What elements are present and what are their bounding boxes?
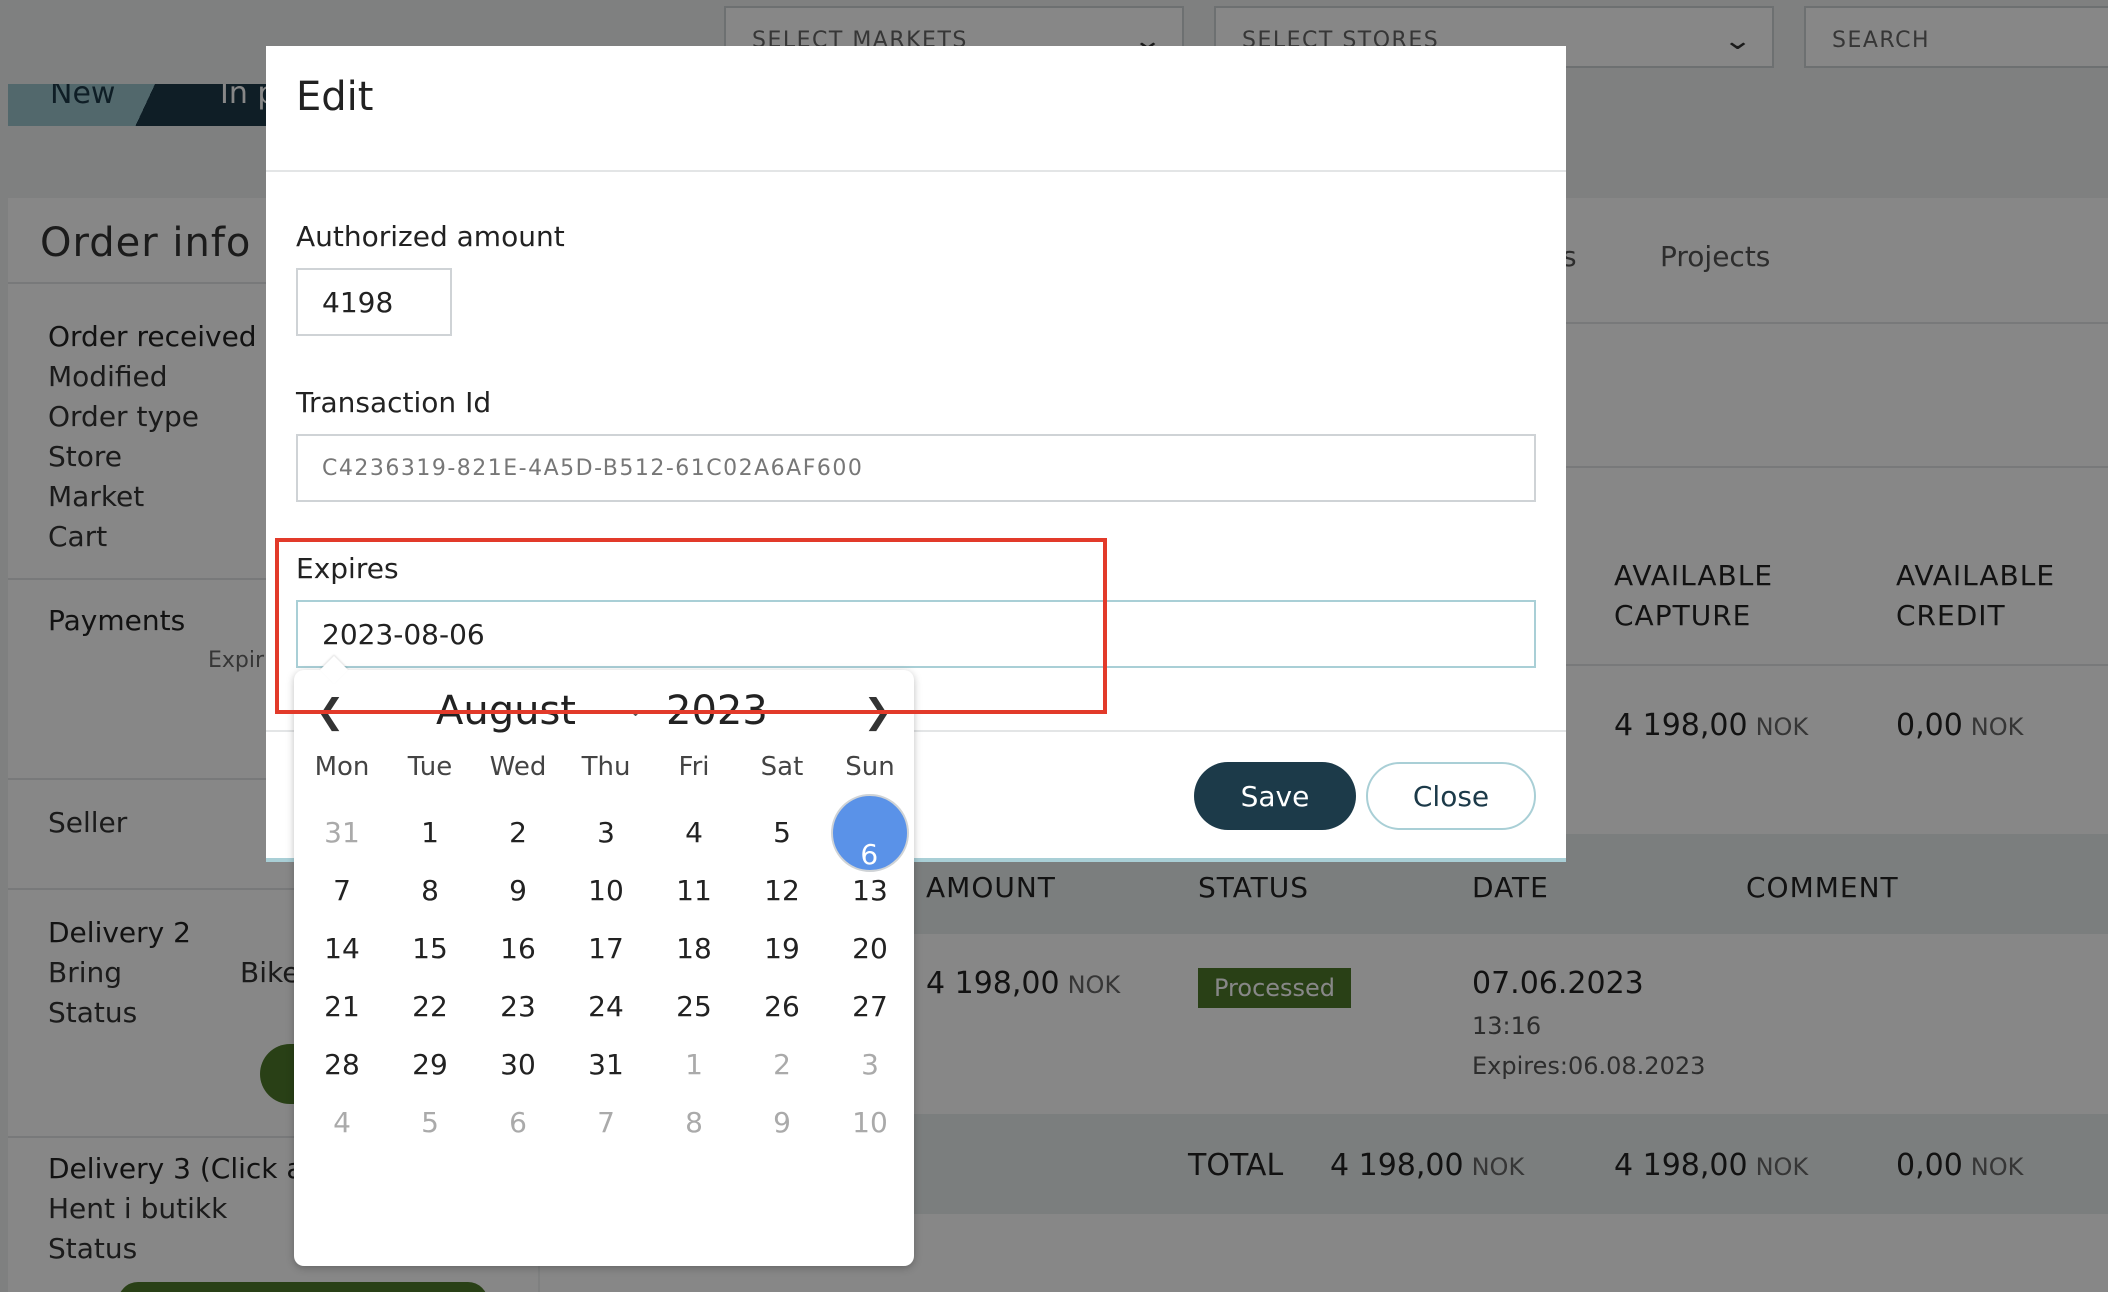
- weekday-label: Fri: [678, 752, 710, 782]
- chevron-left-icon[interactable]: ❮: [316, 692, 345, 732]
- datepicker: ❮ August ⌄ 2023 ❯ Mon Tue Wed Thu Fri Sat Sun …: [294, 655, 914, 1266]
- weekday-label: Wed: [489, 752, 547, 782]
- calendar-day[interactable]: 6: [479, 1084, 557, 1162]
- transaction-id-label: Transaction Id: [296, 386, 492, 419]
- expires-date-input[interactable]: [296, 600, 1536, 668]
- authorized-amount-label: Authorized amount: [296, 220, 565, 253]
- transaction-id-input[interactable]: [296, 434, 1536, 502]
- chevron-down-icon[interactable]: ⌄: [628, 700, 643, 721]
- year-select[interactable]: 2023: [666, 688, 768, 734]
- authorized-amount-input[interactable]: [296, 268, 452, 336]
- weekday-label: Mon: [314, 752, 370, 782]
- calendar-day[interactable]: 5: [391, 1084, 469, 1162]
- modal-title: Edit: [296, 74, 374, 120]
- save-button[interactable]: Save: [1194, 762, 1356, 830]
- weekday-label: Tue: [407, 752, 453, 782]
- close-button[interactable]: Close: [1366, 762, 1536, 830]
- calendar-day[interactable]: 7: [567, 1084, 645, 1162]
- calendar-day[interactable]: 9: [743, 1084, 821, 1162]
- weekday-label: Sat: [760, 752, 804, 782]
- calendar-day[interactable]: 8: [655, 1084, 733, 1162]
- month-select[interactable]: August: [436, 688, 576, 734]
- calendar-day[interactable]: 10: [831, 1084, 909, 1162]
- chevron-right-icon[interactable]: ❯: [864, 692, 893, 732]
- expires-label: Expires: [296, 552, 399, 585]
- weekday-label: Sun: [845, 752, 895, 782]
- calendar-day[interactable]: 4: [303, 1084, 381, 1162]
- divider: [266, 170, 1566, 172]
- weekday-label: Thu: [581, 752, 631, 782]
